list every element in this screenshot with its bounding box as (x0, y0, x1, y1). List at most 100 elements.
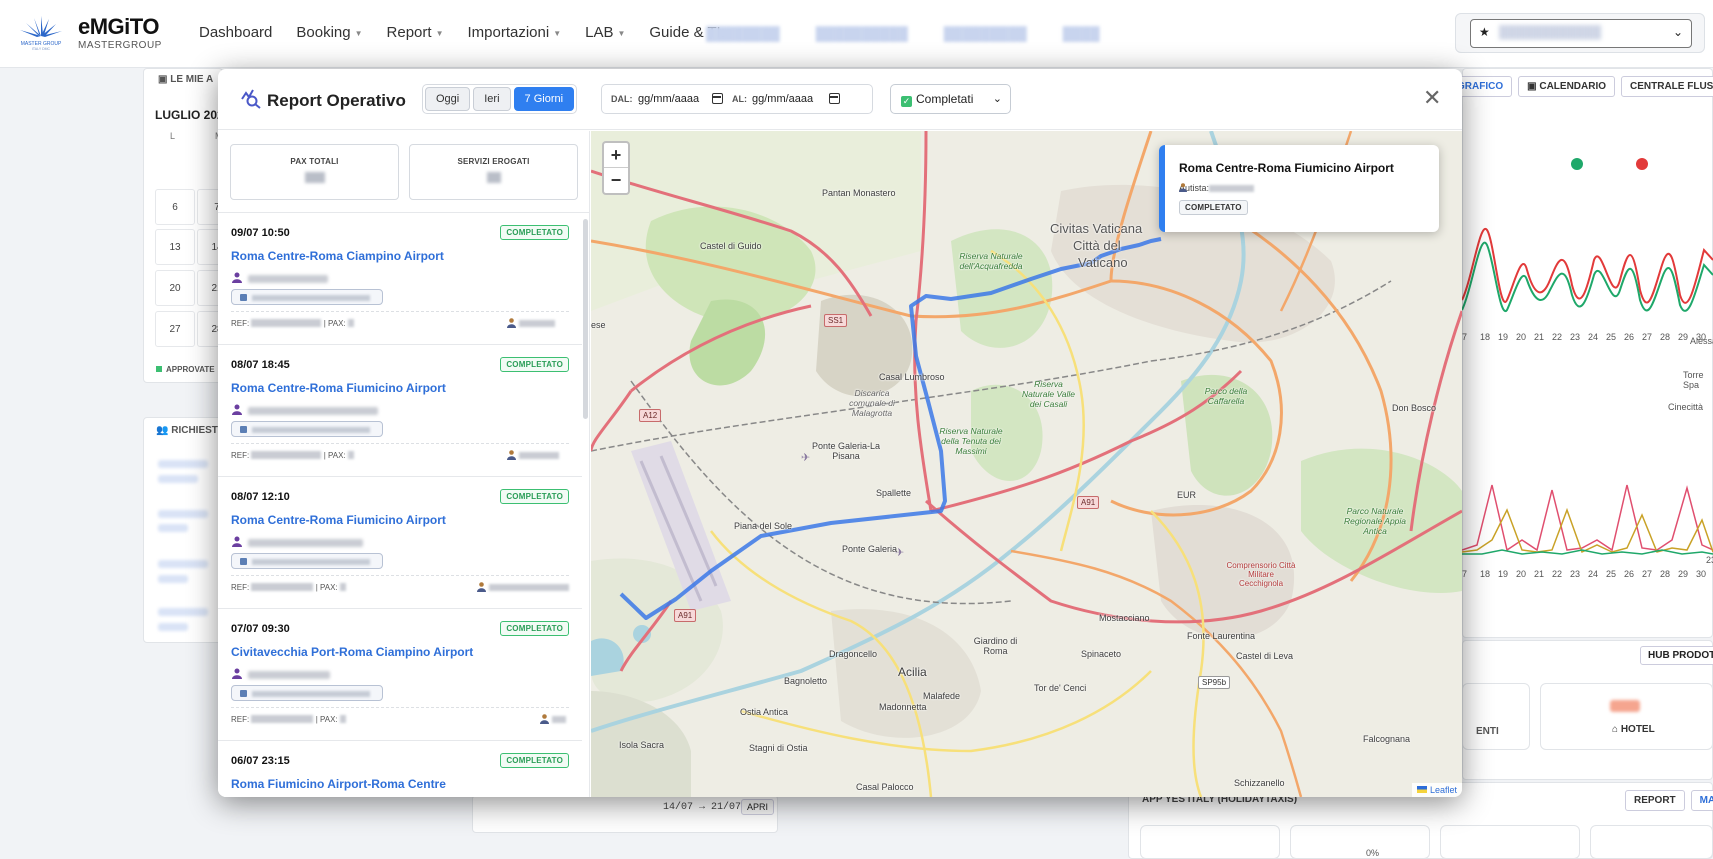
map-label: Tor de' Cenci (1034, 683, 1087, 693)
blurred-text (158, 524, 188, 532)
driver-icon (507, 450, 516, 460)
services-panel: PAX TOTALI SERVIZI EROGATI 09/07 10:50 C… (218, 131, 590, 797)
service-item[interactable]: 08/07 12:10 COMPLETATO Roma Centre-Roma … (218, 477, 582, 609)
brand[interactable]: eMGiTO MASTERGROUP (78, 16, 162, 52)
bg-enti-label: ENTI (1476, 726, 1499, 737)
blurred-text (158, 560, 208, 568)
status-filter-value: Completati (916, 92, 974, 106)
bg-requests-title: 👥 RICHIEST (156, 425, 218, 436)
map-label: Parco Naturale Regionale Appia Antica (1343, 506, 1407, 536)
bg-side-label: Torre Spa (1683, 370, 1704, 390)
bg-day-cell[interactable]: 13 (155, 229, 195, 265)
bg-month-label: LUGLIO 202 (155, 108, 224, 122)
to-label: AL: (732, 94, 747, 104)
apri-button[interactable]: APRI (741, 799, 775, 815)
blurred-nav-item[interactable]: ████ (1063, 26, 1100, 41)
status-filter-select[interactable]: ✓ Completati ⌄ (890, 84, 1011, 114)
hotel-icon (240, 558, 247, 565)
person-icon (232, 404, 242, 415)
report-button[interactable]: REPORT (1625, 790, 1685, 811)
hotel-pill (231, 685, 383, 701)
service-route[interactable]: Roma Centre-Roma Fiumicino Airport (231, 381, 446, 395)
service-item[interactable]: 09/07 10:50 COMPLETATO Roma Centre-Roma … (218, 213, 582, 345)
calendar-icon[interactable] (829, 93, 840, 104)
blurred-nav-item[interactable]: ██████████ (816, 26, 908, 41)
popup-driver: Autista: (1179, 183, 1255, 193)
ref-pax-line: REF: | PAX: (231, 715, 346, 724)
calendar-icon[interactable] (712, 93, 723, 104)
chevron-down-icon: ⌄ (1672, 25, 1683, 39)
bg-view-buttons: GRAFICO ▣ CALENDARIO CENTRALE FLUS (1448, 76, 1713, 97)
leaflet-link[interactable]: Leaflet (1430, 785, 1457, 795)
map-label: ese (591, 320, 606, 330)
nav-label: Importazioni (467, 24, 550, 41)
hotel-icon (240, 294, 247, 301)
service-item[interactable]: 06/07 23:15 COMPLETATO Roma Fiumicino Ai… (218, 741, 582, 797)
service-route[interactable]: Roma Centre-Roma Fiumicino Airport (231, 513, 446, 527)
bg-day-cell[interactable]: 6 (155, 189, 195, 225)
blurred-text (158, 608, 208, 616)
map-label: Stagni di Ostia (749, 743, 808, 753)
road-shield: A91 (1077, 496, 1100, 509)
nav-label: LAB (585, 24, 614, 41)
map-button[interactable]: MAP (1690, 790, 1713, 811)
ref-pax-line: REF: | PAX: (231, 583, 346, 592)
nav-label: Report (386, 24, 432, 41)
stat-pax-totali: PAX TOTALI (230, 144, 399, 200)
service-item[interactable]: 07/07 09:30 COMPLETATO Civitavecchia Por… (218, 609, 582, 741)
hotel-pill (231, 289, 383, 305)
bg-day-cell[interactable]: 20 (155, 270, 195, 306)
top-navbar: MASTER GROUP ITALY DMC eMGiTO MASTERGROU… (0, 0, 1713, 68)
nav-dashboard[interactable]: Dashboard (199, 24, 272, 41)
map-label: Castel di Leva (1236, 651, 1294, 661)
stats-row: PAX TOTALI SERVIZI EROGATI (218, 131, 590, 213)
favorites-select[interactable]: ★ ████████████ ⌄ (1470, 19, 1692, 48)
mastergroup-logo[interactable]: MASTER GROUP ITALY DMC (14, 14, 68, 52)
service-route[interactable]: Roma Centre-Roma Ciampino Airport (231, 249, 444, 263)
hotel-pill (231, 553, 383, 569)
to-date-input[interactable]: gg/mm/aaaa (752, 93, 813, 105)
bg-day-cell[interactable]: 27 (155, 311, 195, 347)
blurred-value (1610, 700, 1640, 712)
service-route[interactable]: Civitavecchia Port-Roma Ciampino Airport (231, 645, 473, 659)
map-label: Vaticano (1078, 255, 1128, 270)
blurred-nav-item[interactable]: ████████ (706, 26, 780, 41)
bg-line-chart-1 (1462, 158, 1713, 313)
route-map[interactable]: ✈ ✈ Pantan Monastero Castel di Guido Civ… (591, 131, 1462, 797)
svg-text:ITALY DMC: ITALY DMC (32, 47, 51, 51)
nav-report[interactable]: Report ▼ (387, 24, 444, 41)
period-7giorni-button[interactable]: 7 Giorni (513, 87, 575, 111)
nav-lab[interactable]: LAB ▼ (585, 24, 625, 41)
zoom-out-button[interactable]: − (604, 168, 628, 193)
bg-stat (1290, 825, 1430, 859)
service-item[interactable]: 08/07 18:45 COMPLETATO Roma Centre-Roma … (218, 345, 582, 477)
service-route[interactable]: Roma Fiumicino Airport-Roma Centre (231, 777, 446, 791)
period-oggi-button[interactable]: Oggi (425, 87, 471, 111)
blurred-text (158, 475, 198, 483)
service-datetime: 07/07 09:30 (231, 623, 290, 635)
map-label: Falcognana (1363, 734, 1411, 744)
stat-value-blurred (304, 172, 325, 183)
period-ieri-button[interactable]: Ieri (473, 87, 511, 111)
service-datetime: 08/07 18:45 (231, 359, 290, 371)
calendario-button[interactable]: ▣ CALENDARIO (1518, 76, 1616, 97)
map-label: Comprensorio Città Militare Cecchignola (1226, 561, 1296, 588)
caret-down-icon: ▼ (553, 28, 562, 38)
map-label: Casal Palocco (856, 782, 914, 792)
list-scrollbar[interactable] (583, 219, 588, 419)
centrale-flussi-button[interactable]: CENTRALE FLUS (1621, 76, 1713, 97)
blurred-nav-item[interactable]: █████████ (944, 26, 1027, 41)
zoom-in-button[interactable]: + (604, 143, 628, 168)
map-attribution[interactable]: Leaflet (1411, 783, 1462, 797)
modal-title: Report Operativo (267, 91, 406, 110)
ref-pax-line: REF: | PAX: (231, 451, 354, 460)
bg-request-row[interactable]: 14/07 → 21/07 APRI (472, 795, 778, 833)
nav-importazioni[interactable]: Importazioni ▼ (467, 24, 561, 41)
popup-title: Roma Centre-Roma Fiumicino Airport (1179, 161, 1394, 175)
client-name-blurred (248, 407, 378, 415)
hub-prodotti-button[interactable]: HUB PRODOTT (1640, 646, 1713, 665)
from-date-input[interactable]: gg/mm/aaaa (638, 93, 699, 105)
nav-booking[interactable]: Booking ▼ (296, 24, 362, 41)
close-icon[interactable]: ✕ (1423, 85, 1441, 111)
bg-pct: 0% (1366, 848, 1380, 858)
